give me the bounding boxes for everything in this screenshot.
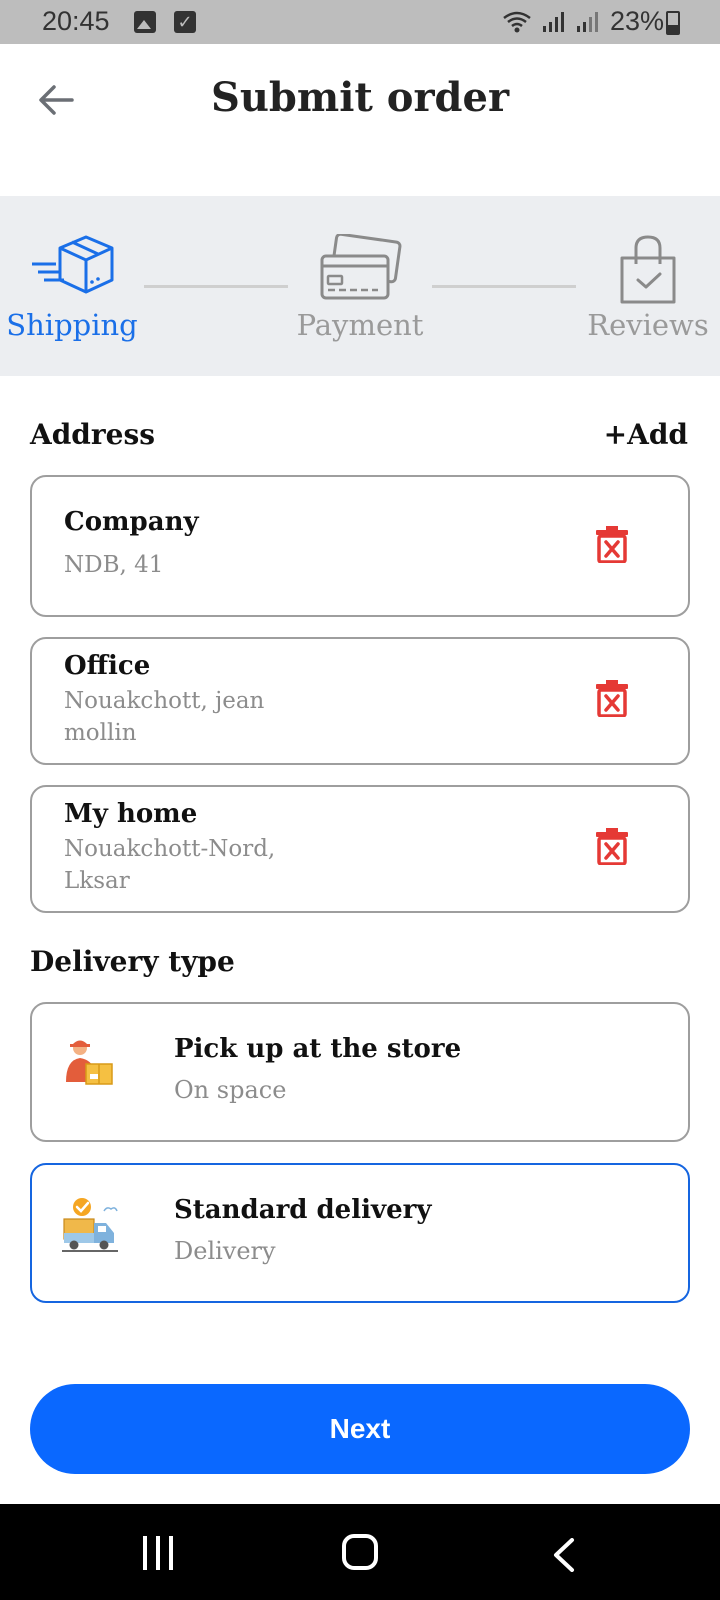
address-card-home[interactable]: My home Nouakchott-Nord, Lksar — [30, 785, 690, 913]
status-time: 20:45 — [42, 6, 110, 36]
address-card-office[interactable]: Office Nouakchott, jean mollin — [30, 637, 690, 765]
address-line-2: mollin — [64, 720, 137, 746]
delivery-option-standard[interactable]: Standard delivery Delivery — [30, 1163, 690, 1303]
battery-percent: 23% — [609, 6, 664, 36]
system-navigation-bar — [0, 1504, 720, 1600]
delete-trash-icon[interactable] — [596, 827, 628, 865]
home-icon[interactable] — [342, 1534, 378, 1570]
status-indicators: 23% — [502, 6, 664, 37]
address-name: Office — [64, 651, 151, 681]
system-back-icon[interactable] — [552, 1538, 576, 1572]
shipping-box-icon — [32, 235, 114, 294]
delivery-option-subtitle: Delivery — [174, 1237, 276, 1265]
step-label-shipping: Shipping — [6, 308, 138, 342]
checkout-stepper: Shipping Payment Reviews — [0, 196, 720, 376]
page-title: Submit order — [210, 74, 510, 121]
address-line: NDB, 41 — [64, 552, 164, 578]
address-line: Nouakchott, jean — [64, 688, 265, 714]
delivery-truck-icon — [62, 1198, 118, 1252]
next-button[interactable]: Next — [30, 1384, 690, 1474]
delivery-person-icon — [66, 1040, 113, 1085]
signal-icon-1 — [542, 11, 564, 32]
delivery-section-title: Delivery type — [30, 945, 235, 978]
address-name: My home — [64, 799, 198, 829]
header: Submit order — [0, 44, 720, 196]
delivery-option-subtitle: On space — [174, 1076, 287, 1104]
recent-apps-icon[interactable] — [143, 1536, 175, 1570]
step-label-reviews: Reviews — [587, 308, 709, 342]
credit-card-icon — [320, 234, 402, 300]
delivery-option-title: Standard delivery — [174, 1195, 432, 1225]
shopping-bag-icon — [620, 235, 676, 304]
check-notification-icon: ✓ — [174, 11, 196, 33]
battery-icon — [666, 11, 680, 35]
address-line-2: Lksar — [64, 868, 130, 894]
step-label-payment: Payment — [296, 308, 424, 342]
address-line: Nouakchott-Nord, — [64, 836, 276, 862]
address-section-title: Address — [30, 418, 155, 451]
status-bar: 20:45 ✓ 23% — [0, 0, 720, 44]
address-name: Company — [64, 507, 199, 537]
wifi-icon — [503, 11, 531, 32]
signal-icon-2 — [576, 11, 598, 32]
delete-trash-icon[interactable] — [596, 525, 628, 563]
delivery-option-title: Pick up at the store — [174, 1034, 462, 1064]
address-card-company[interactable]: Company NDB, 41 — [30, 475, 690, 617]
delete-trash-icon[interactable] — [596, 679, 628, 717]
add-address-button[interactable]: +Add — [604, 418, 688, 451]
step-connector-2 — [432, 285, 576, 288]
delivery-option-pickup[interactable]: Pick up at the store On space — [30, 1002, 690, 1142]
image-notification-icon — [134, 11, 156, 33]
step-connector-1 — [144, 285, 288, 288]
